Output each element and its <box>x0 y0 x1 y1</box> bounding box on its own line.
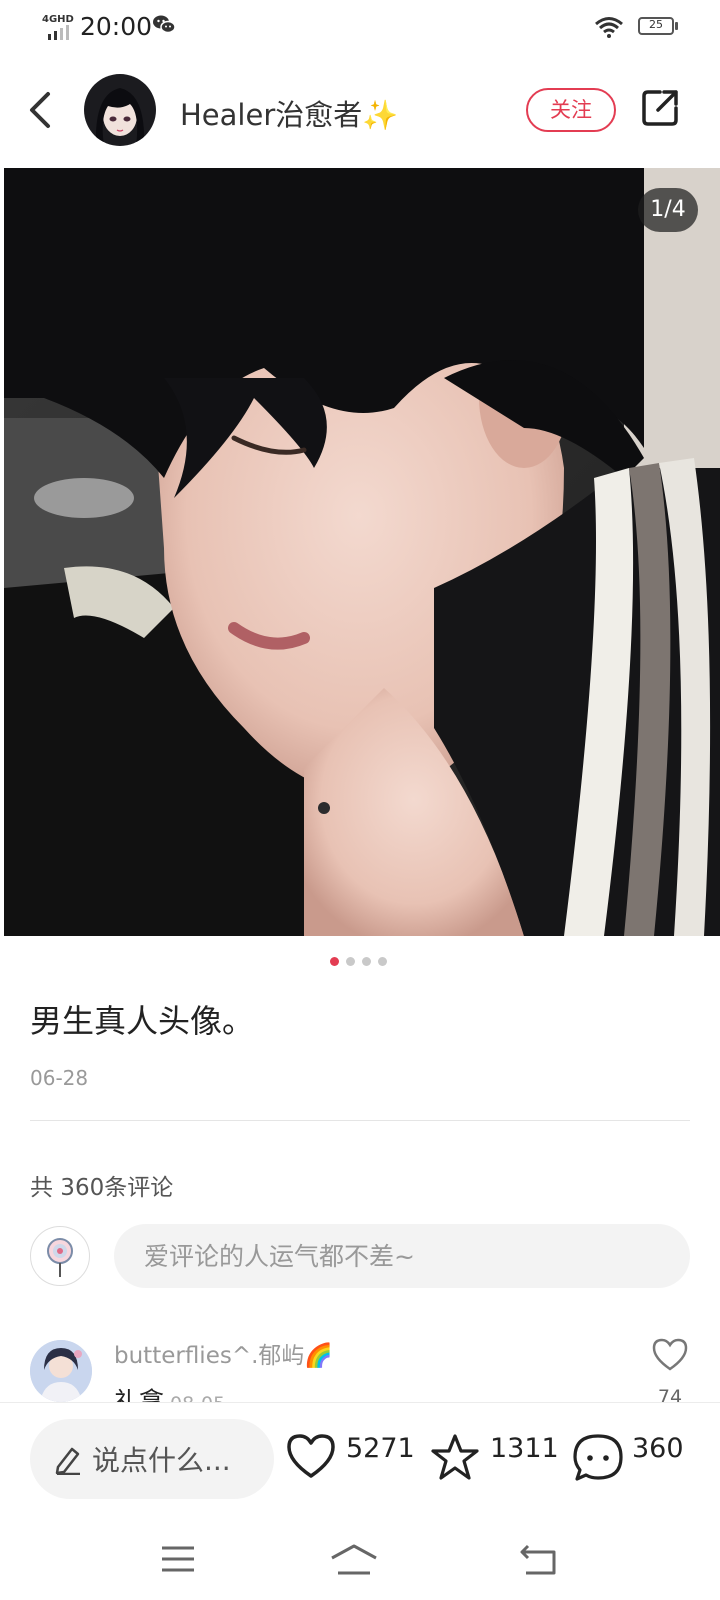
commenter-name[interactable]: butterflies^.郁屿🌈 <box>114 1336 333 1370</box>
comment-like-count: 74 <box>657 1386 683 1402</box>
pager-dot[interactable] <box>362 957 371 966</box>
pencil-icon <box>54 1443 82 1479</box>
comment-heart-icon[interactable] <box>652 1338 688 1376</box>
follow-button[interactable]: 关注 <box>526 88 616 132</box>
portrait-image <box>4 168 720 936</box>
pager-dot[interactable] <box>378 957 387 966</box>
heart-icon[interactable] <box>286 1433 336 1483</box>
battery-nub <box>675 22 678 30</box>
post-header: Healer治愈者✨ 关注 <box>0 62 720 160</box>
commenter-avatar[interactable] <box>30 1340 92 1402</box>
signal-bar <box>66 25 69 40</box>
bottom-action-bar: 说点什么... 5271 1311 360 <box>0 1402 720 1499</box>
comment-date: 08-05 <box>170 1393 225 1402</box>
menu-icon[interactable] <box>160 1544 196 1578</box>
comment-text: 礼拿 08-05 <box>114 1382 225 1402</box>
back-icon[interactable] <box>26 88 56 136</box>
author-name[interactable]: Healer治愈者✨ <box>180 92 398 134</box>
my-avatar <box>30 1226 90 1286</box>
post-photo[interactable]: 1/4 <box>4 168 720 936</box>
clock: 20:00 <box>80 12 153 41</box>
post-title: 男生真人头像。 <box>30 1002 255 1040</box>
pager-dot[interactable] <box>330 957 339 966</box>
say-something-label: 说点什么... <box>92 1444 231 1477</box>
comment-count: 共 360条评论 <box>30 1175 174 1201</box>
signal-bar <box>60 28 63 40</box>
battery-level: 25 <box>649 18 663 31</box>
network-indicator: 4GHD <box>42 14 74 40</box>
comment-bubble-icon[interactable] <box>572 1433 624 1487</box>
comment-input[interactable] <box>114 1224 690 1288</box>
home-icon[interactable] <box>330 1544 378 1580</box>
star-icon[interactable] <box>430 1433 480 1485</box>
comment-body: 礼拿 <box>114 1387 165 1402</box>
comment-item[interactable]: butterflies^.郁屿🌈 礼拿 08-05 74 <box>0 1330 720 1402</box>
comment-total: 360 <box>632 1433 684 1464</box>
wechat-icon <box>152 14 176 40</box>
divider <box>30 1120 690 1121</box>
author-avatar[interactable] <box>84 74 156 146</box>
signal-bar <box>48 34 51 40</box>
like-count: 5271 <box>346 1433 415 1464</box>
signal-bar <box>54 31 57 40</box>
battery-icon: 25 <box>638 17 678 37</box>
network-label: 4GHD <box>42 14 74 25</box>
pager-dot[interactable] <box>346 957 355 966</box>
return-icon[interactable] <box>518 1544 558 1580</box>
share-icon[interactable] <box>640 88 680 132</box>
status-bar: 4GHD 20:00 25 <box>0 0 720 56</box>
post-date: 06-28 <box>30 1066 89 1090</box>
system-nav-bar <box>0 1510 720 1600</box>
say-something-button[interactable]: 说点什么... <box>30 1419 274 1499</box>
wifi-icon <box>594 16 624 42</box>
image-counter: 1/4 <box>638 188 698 232</box>
favorite-count: 1311 <box>490 1433 559 1464</box>
